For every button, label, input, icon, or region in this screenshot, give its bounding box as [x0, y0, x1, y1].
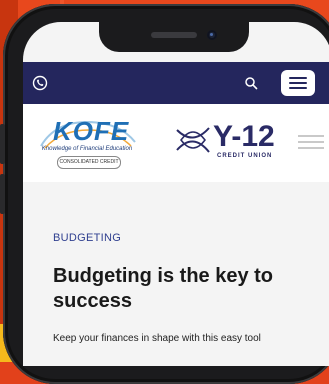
- menu-button[interactable]: [281, 70, 315, 96]
- article-description: Keep your finances in shape with this ea…: [53, 333, 261, 344]
- phone-screen: KOFE Knowledge of Financial Education CO…: [23, 22, 329, 366]
- logo-header: KOFE Knowledge of Financial Education CO…: [23, 104, 329, 182]
- phone-frame: KOFE Knowledge of Financial Education CO…: [0, 4, 329, 384]
- y12-subtitle: CREDIT UNION: [217, 153, 273, 159]
- hamburger-line: [298, 141, 324, 143]
- hamburger-menu-icon[interactable]: [298, 135, 324, 151]
- article-title: Budgeting is the key to success: [53, 265, 274, 312]
- speaker-grille: [151, 32, 197, 38]
- menu-icon-line: [289, 77, 307, 79]
- kofe-wordmark: KOFE: [53, 116, 130, 146]
- hamburger-line: [298, 135, 324, 137]
- y12-logo[interactable]: Y-12 CREDIT UNION: [173, 120, 293, 164]
- side-button: [0, 174, 5, 214]
- kofe-logo[interactable]: KOFE Knowledge of Financial Education CO…: [35, 116, 145, 170]
- phone-icon[interactable]: [32, 75, 48, 91]
- side-button: [0, 124, 5, 164]
- article-hero: BUDGETING Budgeting is the key to succes…: [23, 194, 329, 366]
- hamburger-line: [298, 147, 324, 149]
- y12-wordmark: Y-12: [213, 120, 275, 153]
- consolidated-credit-badge: CONSOLIDATED CREDIT: [57, 156, 121, 169]
- article-category[interactable]: BUDGETING: [53, 232, 121, 244]
- front-camera: [207, 30, 217, 40]
- menu-icon-line: [289, 82, 307, 84]
- search-icon[interactable]: [244, 76, 258, 90]
- y12-swirl-icon: [176, 127, 210, 153]
- menu-icon-line: [289, 87, 307, 89]
- top-utility-bar: [23, 62, 329, 104]
- notch: [99, 22, 249, 52]
- kofe-tagline: Knowledge of Financial Education: [41, 146, 133, 152]
